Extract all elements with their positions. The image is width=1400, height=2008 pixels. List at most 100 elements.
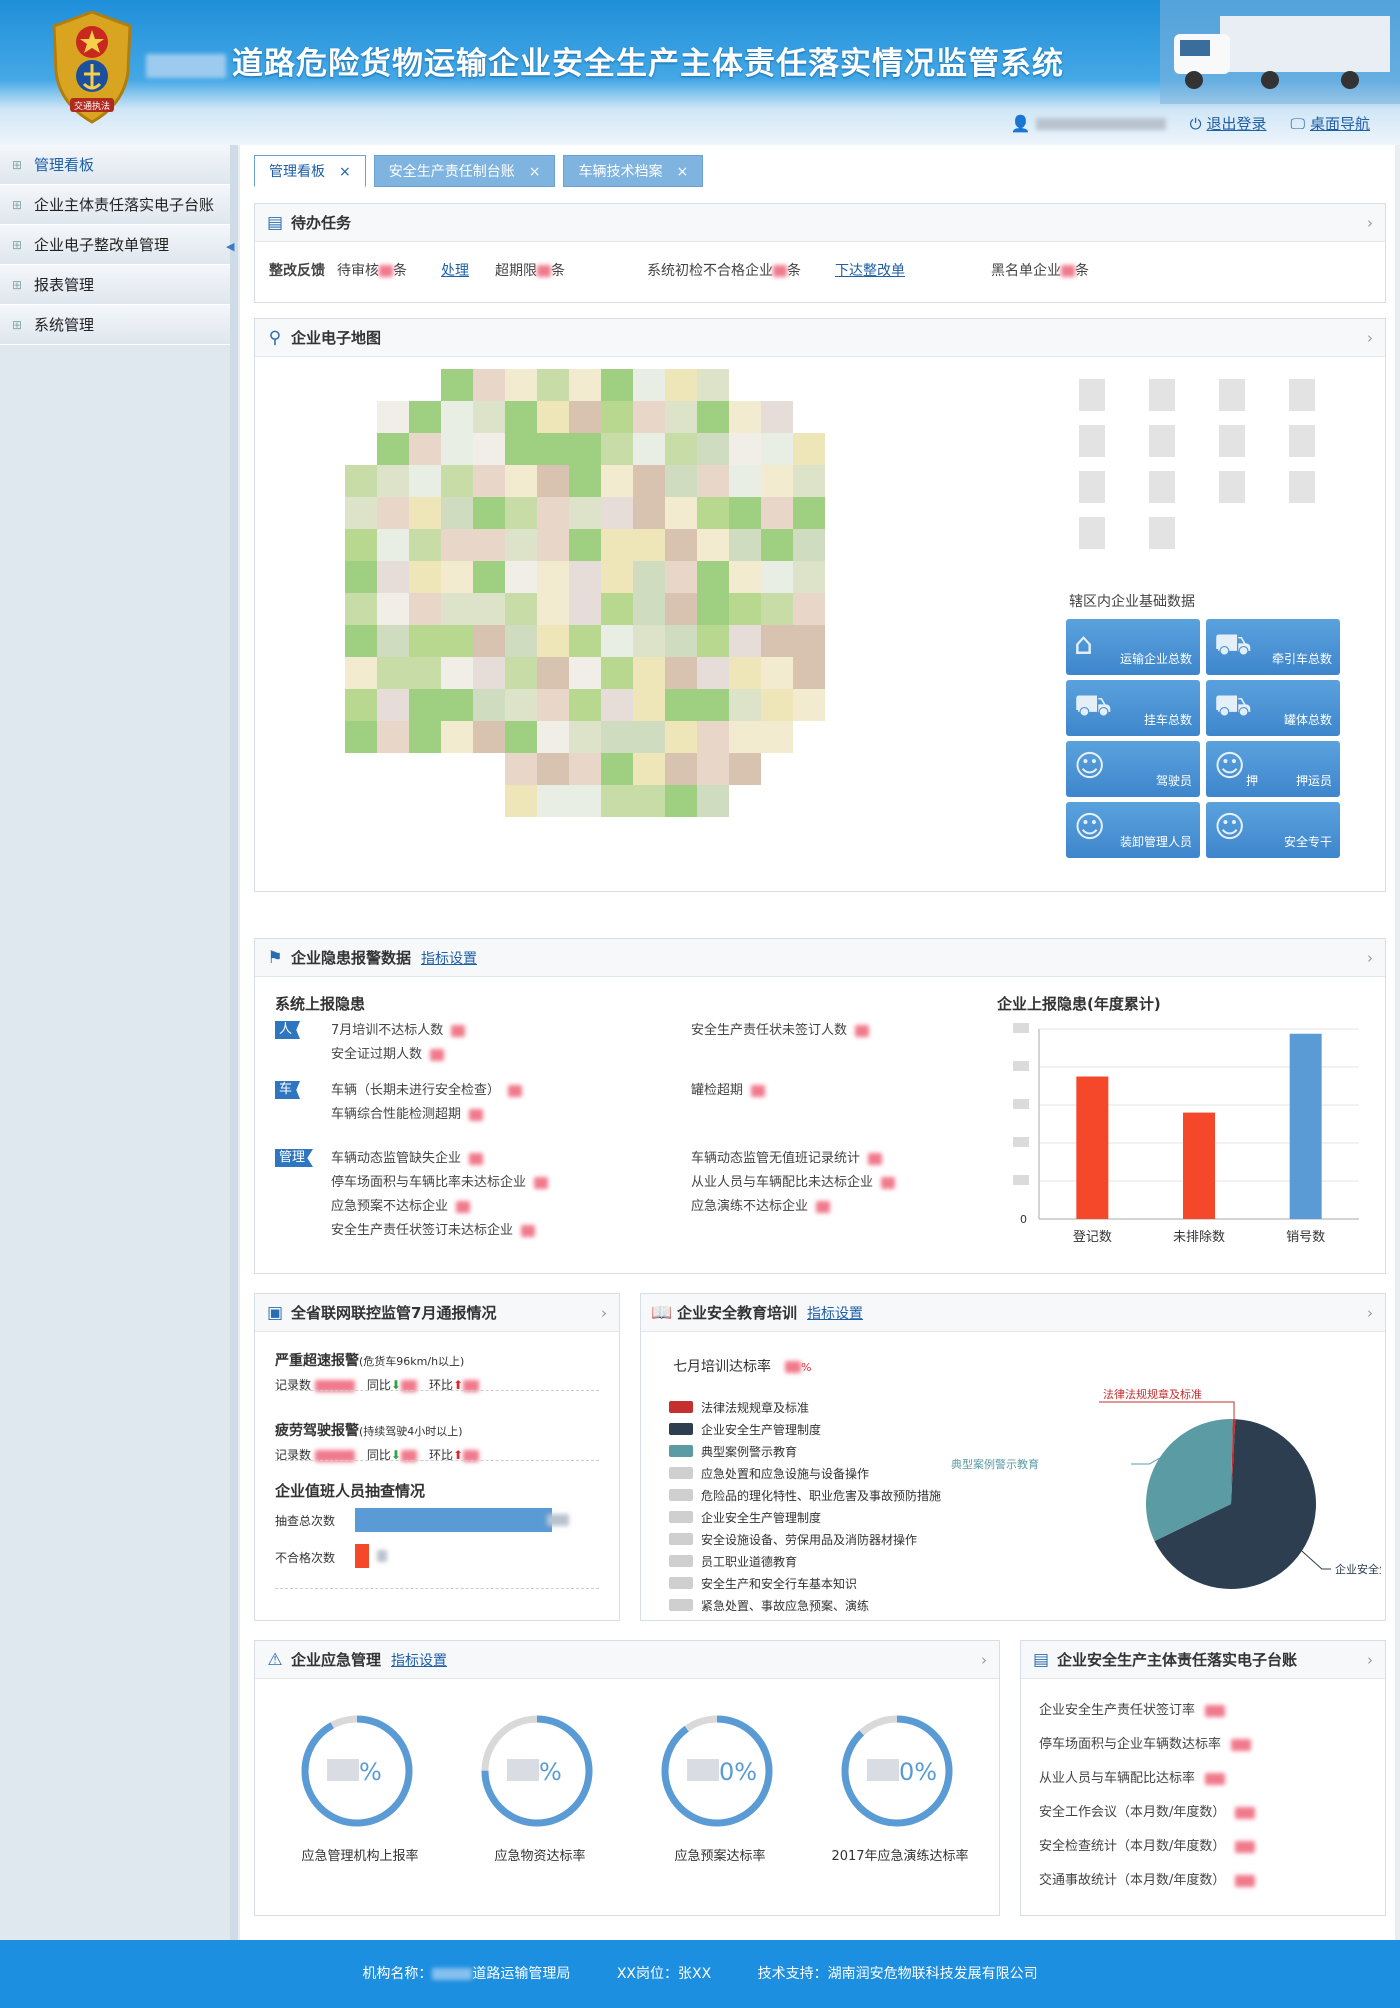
ledger-item[interactable]: 企业安全生产责任状签订率: [1039, 1699, 1226, 1718]
fatigue-block: 疲劳驾驶报警(持续驾驶4小时以上) 记录数 同比⬇ 环比⬆: [275, 1420, 480, 1463]
chevron-right-icon[interactable]: ›: [601, 1294, 607, 1332]
map-tile: [729, 529, 761, 561]
map-tile: [441, 465, 473, 497]
legend-item[interactable]: 安全设施设备、劳保用品及消防器材操作: [669, 1528, 941, 1550]
legend-blur-block: [1149, 425, 1175, 457]
legend-label: 法律法规规章及标准: [701, 1400, 810, 1415]
chevron-right-icon[interactable]: ›: [1367, 939, 1373, 977]
chevron-right-icon[interactable]: ›: [1367, 319, 1373, 357]
ledger-item[interactable]: 停车场面积与企业车辆数达标率: [1039, 1733, 1252, 1752]
map-tile: [761, 625, 793, 657]
legend-item[interactable]: 危险品的理化特性、职业危害及事故预防措施: [669, 1484, 941, 1506]
hazard-item[interactable]: 7月培训不达标人数: [331, 1019, 466, 1038]
training-settings-link[interactable]: 指标设置: [807, 1306, 863, 1322]
map-tile: [601, 401, 633, 433]
ring-percent: %: [539, 1758, 562, 1786]
legend-item[interactable]: 员工职业道德教育: [669, 1550, 941, 1572]
map-tile: [441, 657, 473, 689]
ledger-item[interactable]: 安全检查统计（本月数/年度数）: [1039, 1835, 1256, 1854]
chevron-right-icon[interactable]: ›: [1367, 1294, 1373, 1332]
chevron-right-icon[interactable]: ›: [981, 1641, 987, 1679]
process-link[interactable]: 处理: [441, 260, 469, 280]
ring-svg: %: [301, 1715, 413, 1827]
logout-link[interactable]: 退出登录: [1207, 113, 1267, 134]
map-tile: [569, 785, 601, 817]
tile-trailers[interactable]: ⛟ 挂车总数: [1066, 680, 1200, 736]
check-total-bar: [355, 1508, 552, 1532]
legend-item[interactable]: 法律法规规章及标准: [669, 1396, 941, 1418]
tile-loading-managers[interactable]: ☺ 装卸管理人员: [1066, 802, 1200, 858]
legend-item[interactable]: 企业安全生产管理制度: [669, 1506, 941, 1528]
hazard-panel-header: ⚑ 企业隐患报警数据 指标设置 ›: [255, 939, 1385, 977]
enterprise-map[interactable]: [345, 369, 925, 829]
map-tile: [729, 753, 761, 785]
map-tile: [697, 497, 729, 529]
legend-blur-block: [1289, 425, 1315, 457]
issue-rectification-link[interactable]: 下达整改单: [835, 260, 905, 280]
sidebar-item-ledger[interactable]: 企业主体责任落实电子台账: [0, 185, 230, 225]
hazard-item[interactable]: 安全生产责任状未签订人数: [691, 1019, 870, 1038]
tile-tractors[interactable]: ⛟ 牵引车总数: [1206, 619, 1340, 675]
legend-item[interactable]: 应急处置和应急设施与设备操作: [669, 1462, 941, 1484]
tile-label: 挂车总数: [1143, 713, 1192, 727]
tile-safety-officers[interactable]: ☺ 安全专干: [1206, 802, 1340, 858]
tile-tanks[interactable]: ⛟ 罐体总数: [1206, 680, 1340, 736]
tile-transport-enterprises[interactable]: ⌂ 运输企业总数: [1066, 619, 1200, 675]
ring-gauge[interactable]: 0% 2017年应急演练达标率: [831, 1709, 975, 1889]
tile-drivers[interactable]: ☺ 驾驶员: [1066, 741, 1200, 797]
hazard-item[interactable]: 安全证过期人数: [331, 1043, 445, 1062]
map-tile: [537, 657, 569, 689]
sidebar-splitter[interactable]: [230, 145, 238, 1940]
legend-item[interactable]: 安全生产和安全行车基本知识: [669, 1572, 941, 1594]
speeding-title: 严重超速报警: [275, 1353, 359, 1369]
tile-label: 押运员: [1295, 774, 1332, 788]
tile-escorts[interactable]: ☺ 押 押运员: [1206, 741, 1340, 797]
legend-item[interactable]: 典型案例警示教育: [669, 1440, 941, 1462]
map-tile: [441, 625, 473, 657]
sidebar-item-rectification[interactable]: 企业电子整改单管理: [0, 225, 230, 265]
legend-item[interactable]: 紧急处置、事故应急预案、演练: [669, 1594, 941, 1616]
hazard-item[interactable]: 车辆动态监管缺失企业: [331, 1147, 484, 1166]
ledger-item[interactable]: 安全工作会议（本月数/年度数）: [1039, 1801, 1256, 1820]
ring-gauge[interactable]: 0% 应急预案达标率: [655, 1709, 795, 1889]
ledger-item[interactable]: 从业人员与车辆配比达标率: [1039, 1767, 1226, 1786]
ring-gauge[interactable]: % 应急物资达标率: [475, 1709, 615, 1889]
collapse-arrow-icon[interactable]: ◀: [226, 240, 234, 253]
sidebar-item-reports[interactable]: 报表管理: [0, 265, 230, 305]
desktop-nav-button[interactable]: 🖵 桌面导航: [1291, 113, 1370, 134]
hazard-item[interactable]: 车辆动态监管无值班记录统计: [691, 1147, 883, 1166]
ring-gauge[interactable]: % 应急管理机构上报率: [295, 1709, 435, 1889]
close-icon[interactable]: ×: [676, 156, 688, 186]
logout-button[interactable]: ⏻ 退出登录: [1190, 113, 1267, 134]
hazard-item[interactable]: 安全生产责任状签订未达标企业: [331, 1219, 536, 1238]
hazard-item[interactable]: 应急预案不达标企业: [331, 1195, 471, 1214]
desktop-nav-link[interactable]: 桌面导航: [1310, 113, 1370, 134]
close-icon[interactable]: ×: [529, 156, 541, 186]
sidebar-item-dashboard[interactable]: 管理看板: [0, 145, 230, 185]
map-tile: [377, 593, 409, 625]
tab-vehicle-archive[interactable]: 车辆技术档案 ×: [563, 155, 704, 187]
panel-title: 企业电子地图: [291, 329, 382, 347]
hazard-settings-link[interactable]: 指标设置: [421, 951, 477, 967]
close-icon[interactable]: ×: [339, 156, 351, 186]
map-tile: [665, 465, 697, 497]
legend-item[interactable]: 企业安全生产管理制度: [669, 1418, 941, 1440]
chevron-right-icon[interactable]: ›: [1367, 1641, 1373, 1679]
hazard-item[interactable]: 从业人员与车辆配比未达标企业: [691, 1171, 896, 1190]
chevron-right-icon[interactable]: ›: [1367, 204, 1373, 242]
map-tile: [377, 401, 409, 433]
hazard-item[interactable]: 停车场面积与车辆比率未达标企业: [331, 1171, 549, 1190]
ledger-item[interactable]: 交通事故统计（本月数/年度数）: [1039, 1869, 1256, 1888]
sidebar-item-system[interactable]: 系统管理: [0, 305, 230, 345]
emergency-settings-link[interactable]: 指标设置: [391, 1653, 447, 1669]
tab-dashboard[interactable]: 管理看板 ×: [254, 155, 366, 187]
tab-responsibility-ledger[interactable]: 安全生产责任制台账 ×: [373, 155, 556, 187]
hazard-item-label: 从业人员与车辆配比未达标企业: [691, 1175, 874, 1190]
emergency-panel-header: ⚠ 企业应急管理 指标设置 ›: [255, 1641, 999, 1679]
todo-panel-header: ▤ 待办任务 ›: [255, 204, 1385, 242]
hazard-item[interactable]: 罐检超期: [691, 1079, 766, 1098]
hazard-item[interactable]: 车辆（长期未进行安全检查）: [331, 1079, 523, 1098]
hazard-item[interactable]: 应急演练不达标企业: [691, 1195, 831, 1214]
hazard-item[interactable]: 车辆综合性能检测超期: [331, 1103, 484, 1122]
ledger-item-label: 企业安全生产责任状签订率: [1039, 1703, 1196, 1718]
